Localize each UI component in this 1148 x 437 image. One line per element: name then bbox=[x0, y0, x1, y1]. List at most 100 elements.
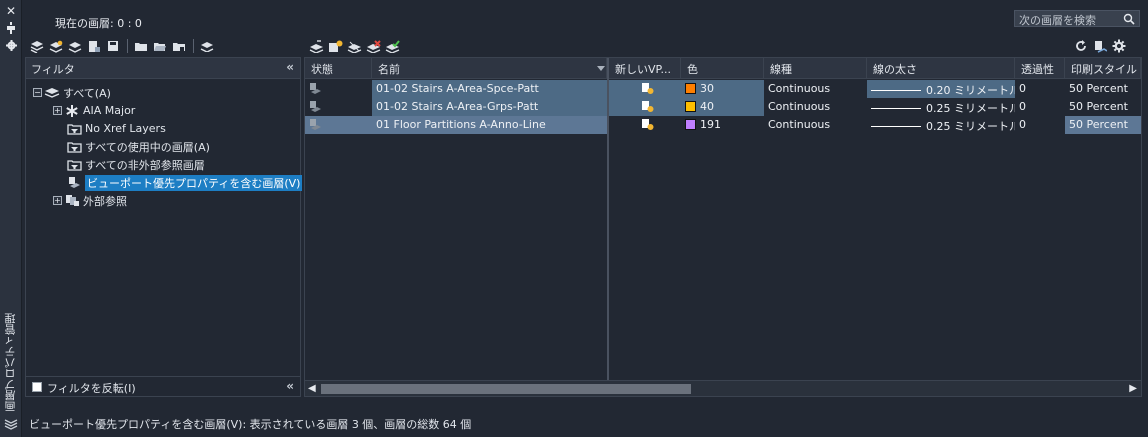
tree-expander[interactable]: − bbox=[33, 88, 42, 97]
status-icon[interactable] bbox=[305, 98, 372, 116]
tree-expander[interactable]: + bbox=[53, 106, 62, 115]
linetype-cell[interactable]: Continuous bbox=[764, 98, 867, 116]
new-layer-icon[interactable] bbox=[85, 38, 103, 54]
property-filter-icon bbox=[66, 140, 82, 154]
layer-name[interactable]: 01-02 Stairs A-Area-Spce-Patt bbox=[372, 80, 607, 98]
new-group-filter-icon[interactable] bbox=[47, 38, 65, 54]
layer-name[interactable]: 01 Floor Partitions A-Anno-Line bbox=[372, 116, 607, 134]
color-swatch bbox=[685, 101, 696, 112]
plot-style-cell[interactable]: 50 Percent bbox=[1065, 80, 1141, 98]
tree-item-xref[interactable]: + 外部参照 bbox=[53, 192, 127, 209]
lineweight-cell[interactable]: 0.25 ミリメートル bbox=[867, 116, 1015, 134]
lineweight-preview bbox=[871, 126, 921, 127]
status-icon[interactable] bbox=[305, 116, 372, 134]
column-transparency[interactable]: 透過性 bbox=[1015, 58, 1065, 79]
close-icon[interactable]: ✕ bbox=[4, 4, 18, 18]
viewport-override-icon bbox=[66, 176, 82, 190]
table-row[interactable]: 01-02 Stairs A-Area-Spce-Patt 30 Continu… bbox=[305, 80, 1141, 98]
layer-name[interactable]: 01-02 Stairs A-Area-Grps-Patt bbox=[372, 98, 607, 116]
lineweight-value: 0.25 ミリメートル bbox=[926, 120, 1015, 133]
lineweight-cell[interactable]: 0.20 ミリメートル bbox=[867, 80, 1015, 98]
settings-layer-icon[interactable] bbox=[198, 38, 216, 54]
tree-item-no-xref-layers[interactable]: No Xref Layers bbox=[66, 120, 166, 137]
horizontal-scrollbar[interactable]: ◀ ▶ bbox=[305, 380, 1141, 396]
property-filter-icon bbox=[66, 122, 82, 136]
tree-item-all[interactable]: − すべて(A) bbox=[33, 84, 111, 101]
current-layer-label: 現在の画層: 0 : 0 bbox=[55, 17, 142, 30]
linetype-cell[interactable]: Continuous bbox=[764, 116, 867, 134]
lineweight-value: 0.20 ミリメートル bbox=[926, 84, 1015, 97]
scroll-left-icon[interactable]: ◀ bbox=[308, 383, 316, 394]
lineweight-cell[interactable]: 0.25 ミリメートル bbox=[867, 98, 1015, 116]
layer-settings-icon[interactable] bbox=[1091, 38, 1109, 54]
status-icon[interactable] bbox=[305, 80, 372, 98]
scrollbar-thumb[interactable] bbox=[321, 384, 691, 394]
vp-freeze-all-icon[interactable] bbox=[345, 38, 363, 54]
lineweight-preview bbox=[871, 90, 921, 91]
table-row-selected[interactable]: 01 Floor Partitions A-Anno-Line 191 Cont… bbox=[305, 116, 1141, 134]
transparency-cell[interactable]: 0 bbox=[1015, 98, 1065, 116]
filter-panel-footer: フィルタを反転(I) « bbox=[26, 376, 300, 396]
toolbar-separator bbox=[127, 39, 128, 53]
transparency-cell[interactable]: 0 bbox=[1015, 116, 1065, 134]
palette-title-strip: ✕ 画層プロパティ管理 bbox=[0, 0, 22, 437]
layer-grid: 状態 名前 新しいVP... 色 線種 線の太さ 透過性 印刷スタイル 01-0… bbox=[304, 57, 1142, 397]
color-cell[interactable]: 191 bbox=[681, 116, 764, 134]
invert-filter-checkbox[interactable] bbox=[32, 382, 42, 392]
column-color[interactable]: 色 bbox=[681, 58, 764, 79]
layer-states-manager-icon[interactable] bbox=[66, 38, 84, 54]
collapse-filter-panel-icon[interactable]: « bbox=[286, 60, 294, 74]
tree-item-label: すべての使用中の画層(A) bbox=[85, 140, 210, 154]
column-name[interactable]: 名前 bbox=[372, 58, 607, 79]
color-cell[interactable]: 40 bbox=[681, 98, 764, 116]
new-vp-freeze-icon[interactable] bbox=[609, 80, 681, 98]
color-swatch bbox=[685, 83, 696, 94]
lineweight-preview bbox=[871, 108, 921, 109]
color-value: 30 bbox=[700, 82, 714, 95]
column-plot-style[interactable]: 印刷スタイル bbox=[1065, 58, 1141, 79]
column-new-vp-freeze[interactable]: 新しいVP... bbox=[609, 58, 681, 79]
tree-expander[interactable]: + bbox=[53, 196, 62, 205]
search-icon[interactable] bbox=[1123, 13, 1135, 28]
properties-gear-icon[interactable] bbox=[4, 40, 18, 54]
new-layer-icon[interactable] bbox=[307, 38, 325, 54]
folder-save-icon[interactable] bbox=[170, 38, 188, 54]
folder-open-icon[interactable] bbox=[151, 38, 169, 54]
tree-item-label: 外部参照 bbox=[83, 194, 127, 208]
asterisk-filter-icon bbox=[64, 104, 80, 118]
tree-item-all-non-xref-layers[interactable]: すべての非外部参照画層 bbox=[66, 156, 205, 173]
search-placeholder: 次の画層を検索 bbox=[1019, 14, 1096, 27]
grid-header: 状態 名前 新しいVP... 色 線種 線の太さ 透過性 印刷スタイル bbox=[305, 58, 1141, 79]
tree-item-all-used-layers[interactable]: すべての使用中の画層(A) bbox=[66, 138, 210, 155]
layer-toolbar bbox=[307, 37, 402, 55]
plot-style-cell[interactable]: 50 Percent bbox=[1065, 116, 1141, 134]
table-row[interactable]: 01-02 Stairs A-Area-Grps-Patt 40 Continu… bbox=[305, 98, 1141, 116]
new-vp-freeze-icon[interactable] bbox=[609, 116, 681, 134]
column-lineweight[interactable]: 線の太さ bbox=[867, 58, 1015, 79]
linetype-cell[interactable]: Continuous bbox=[764, 80, 867, 98]
folder-icon[interactable] bbox=[132, 38, 150, 54]
new-vp-freeze-icon[interactable] bbox=[609, 98, 681, 116]
color-cell[interactable]: 30 bbox=[681, 80, 764, 98]
tree-item-viewport-overrides[interactable]: ビューポート優先プロパティを含む画層(V) bbox=[66, 174, 303, 191]
transparency-cell[interactable]: 0 bbox=[1015, 80, 1065, 98]
tree-item-aia-major[interactable]: + AIA Major bbox=[53, 102, 135, 119]
color-swatch bbox=[685, 119, 696, 130]
column-linetype[interactable]: 線種 bbox=[764, 58, 867, 79]
column-status[interactable]: 状態 bbox=[305, 58, 372, 79]
layer-search-input[interactable]: 次の画層を検索 bbox=[1014, 10, 1140, 27]
collapse-filter-panel-icon[interactable]: « bbox=[286, 379, 294, 393]
refresh-icon[interactable] bbox=[1072, 38, 1090, 54]
save-state-icon[interactable] bbox=[104, 38, 122, 54]
xref-icon bbox=[64, 194, 80, 208]
new-property-filter-icon[interactable] bbox=[28, 38, 46, 54]
scroll-right-icon[interactable]: ▶ bbox=[1129, 383, 1137, 394]
delete-layer-icon[interactable] bbox=[364, 38, 382, 54]
auto-hide-icon[interactable] bbox=[4, 22, 18, 36]
color-value: 191 bbox=[700, 118, 721, 131]
set-current-icon[interactable] bbox=[383, 38, 401, 54]
sort-chevron-down-icon bbox=[597, 66, 605, 71]
plot-style-cell[interactable]: 50 Percent bbox=[1065, 98, 1141, 116]
gear-icon[interactable] bbox=[1110, 38, 1128, 54]
new-vp-freeze-layer-icon[interactable] bbox=[326, 38, 344, 54]
